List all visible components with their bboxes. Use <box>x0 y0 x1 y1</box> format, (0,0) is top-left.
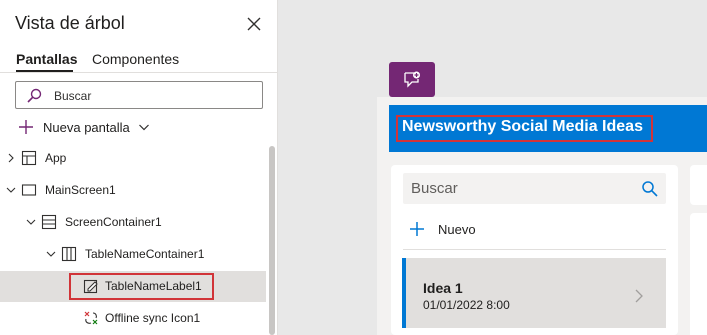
list-item-title: Idea 1 <box>423 280 463 296</box>
chevron-down-icon <box>138 124 149 131</box>
list-search-placeholder: Buscar <box>411 180 458 197</box>
tree-item-app[interactable]: App <box>0 143 266 174</box>
list-item[interactable]: Idea 1 01/01/2022 8:00 <box>402 258 666 328</box>
horizontal-container-icon <box>61 246 77 262</box>
label-icon <box>83 279 98 294</box>
new-screen-label: Nueva pantalla <box>43 119 130 135</box>
new-screen-button[interactable]: Nueva pantalla <box>18 118 150 136</box>
list-search-input[interactable]: Buscar <box>403 173 666 204</box>
tree-item-offline-sync-icon1[interactable]: Offline sync Icon1 <box>0 303 266 334</box>
scrollbar[interactable] <box>269 146 275 335</box>
divider <box>0 72 277 73</box>
sync-icon <box>84 311 98 325</box>
search-icon <box>642 181 658 197</box>
search-icon <box>27 88 42 103</box>
plus-icon <box>19 120 33 134</box>
chevron-down-icon[interactable] <box>6 185 16 195</box>
tree-search-input[interactable]: Buscar <box>15 81 263 109</box>
new-item-button[interactable]: Nuevo <box>409 219 476 239</box>
chevron-right-icon <box>635 289 643 303</box>
new-item-label: Nuevo <box>438 221 476 237</box>
tree-item-label: TableNameContainer1 <box>85 247 205 261</box>
tree-item-label: ScreenContainer1 <box>65 215 162 229</box>
chevron-down-icon[interactable] <box>46 249 56 259</box>
divider <box>403 249 666 250</box>
comments-button[interactable] <box>389 62 435 97</box>
tree-view-panel: Vista de árbol Pantallas Componentes Bus… <box>0 0 278 335</box>
tree-item-label: TableNameLabel1 <box>105 279 202 293</box>
tree-item-label: MainScreen1 <box>45 183 116 197</box>
tree-item-mainscreen1[interactable]: MainScreen1 <box>0 175 266 206</box>
detail-panel-header <box>690 165 707 205</box>
panel-title: Vista de árbol <box>15 13 125 33</box>
detail-panel <box>690 213 707 335</box>
header-title[interactable]: Newsworthy Social Media Ideas <box>402 118 643 136</box>
tree-item-label: App <box>45 151 67 165</box>
app-icon <box>21 150 37 166</box>
vertical-container-icon <box>41 214 57 230</box>
chevron-right-icon[interactable] <box>6 153 16 163</box>
tab-pantallas[interactable]: Pantallas <box>16 51 77 67</box>
tree-item-screencontainer1[interactable]: ScreenContainer1 <box>0 207 266 238</box>
list-item-date: 01/01/2022 8:00 <box>423 298 510 312</box>
tree-item-tablenamecontainer1[interactable]: TableNameContainer1 <box>0 239 266 270</box>
tab-componentes[interactable]: Componentes <box>92 51 179 67</box>
tree-item-tablenamelabel1[interactable]: TableNameLabel1 <box>0 271 266 302</box>
selection-accent <box>402 258 406 328</box>
search-placeholder: Buscar <box>54 89 92 103</box>
tree-item-label: Offline sync Icon1 <box>105 311 201 325</box>
plus-icon <box>410 222 424 236</box>
close-icon[interactable] <box>244 14 264 34</box>
screen-icon <box>21 184 37 196</box>
comment-add-icon <box>404 71 420 88</box>
chevron-down-icon[interactable] <box>26 217 36 227</box>
